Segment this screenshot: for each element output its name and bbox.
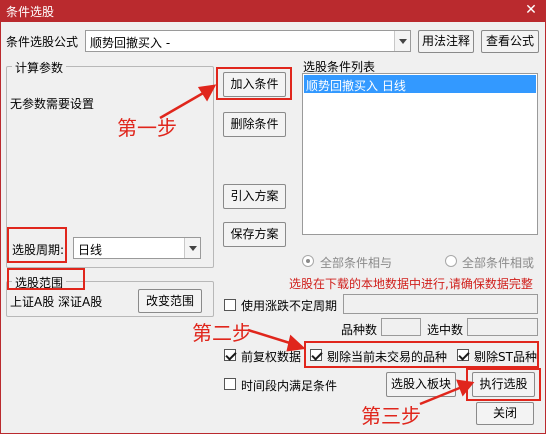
step3-arrow-head: [456, 379, 475, 397]
step3-arrow-line: [419, 385, 463, 406]
step2-arrow-head: [286, 334, 306, 352]
step2-arrow-line: [247, 328, 294, 346]
step3-annotation: 第三步: [361, 404, 421, 428]
step1-annotation: 第一步: [117, 116, 177, 140]
step2-annotation: 第二步: [192, 321, 252, 345]
annotation-arrows: [159, 84, 475, 406]
step1-arrow-head: [197, 84, 217, 102]
